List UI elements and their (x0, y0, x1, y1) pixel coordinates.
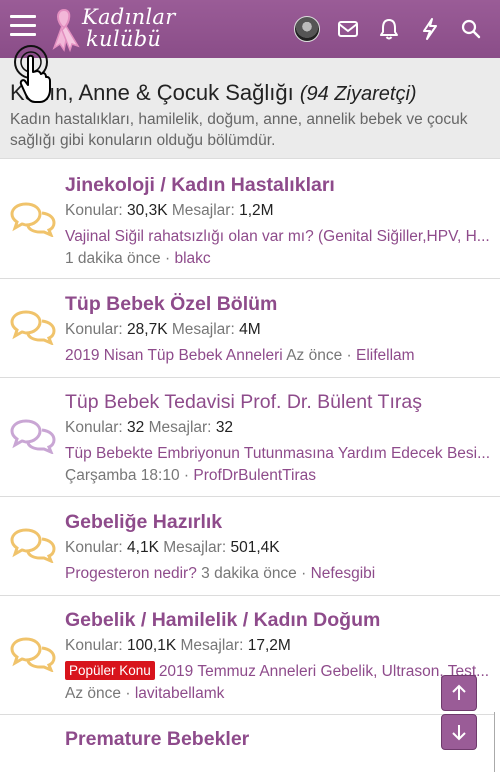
hamburger-menu-icon[interactable] (10, 15, 36, 37)
logo-text-line2: kulübü (86, 27, 162, 51)
site-logo[interactable]: Kadınlar kulübü (50, 4, 175, 53)
forum-node: Premature Bebekler (0, 714, 500, 772)
forum-node: Tüp Bebek Özel Bölüm Konular: 28,7K Mesa… (0, 278, 500, 377)
latest-user-link[interactable]: lavitabellamk (135, 685, 225, 702)
message-count: 17,2M (247, 637, 291, 654)
message-count: 1,2M (239, 202, 274, 219)
scroll-up-button[interactable] (441, 675, 477, 711)
forum-node-list: Jinekoloji / Kadın Hastalıkları Konular:… (0, 158, 500, 772)
page-title: Kadın, Anne & Çocuk Sağlığı (94 Ziyaretç… (10, 80, 417, 106)
forum-node: Tüp Bebek Tedavisi Prof. Dr. Bülent Tıra… (0, 377, 500, 496)
latest-thread-link[interactable]: 2019 Temmuz Anneleri Gebelik, Ultrason, … (159, 663, 489, 680)
message-count: 4M (239, 321, 261, 338)
chat-bubbles-read-icon (10, 528, 56, 563)
thread-count: 100,1K (127, 637, 177, 654)
top-navbar: Kadınlar kulübü (0, 0, 500, 58)
node-stats: Konular: 4,1K Mesajlar: 501,4K (65, 539, 280, 556)
thread-count: 32 (127, 419, 145, 436)
latest-time: Az önce (286, 347, 343, 364)
latest-thread-link[interactable]: Vajinal Siğil rahatsızlığı olan var mı? … (65, 228, 492, 246)
latest-thread-link[interactable]: Tüp Bebekte Embriyonun Tutunmasına Yardı… (65, 445, 492, 463)
popular-thread-badge: Popüler Konu (65, 661, 155, 680)
latest-thread-row: Popüler Konu 2019 Temmuz Anneleri Gebelik… (65, 661, 492, 681)
latest-meta: Az önce · lavitabellamk (65, 685, 225, 702)
node-title[interactable]: Jinekoloji / Kadın Hastalıkları (65, 174, 492, 197)
latest-meta: 1 dakika önce · blakc (65, 250, 211, 267)
scroll-down-button[interactable] (441, 714, 477, 750)
node-stats: Konular: 100,1K Mesajlar: 17,2M (65, 637, 291, 654)
message-count: 32 (215, 419, 234, 436)
forum-node: Gebeliğe Hazırlık Konular: 4,1K Mesajlar… (0, 496, 500, 595)
node-stats: Konular: 30,3K Mesajlar: 1,2M (65, 202, 274, 219)
forum-node: Gebelik / Hamilelik / Kadın Doğum Konula… (0, 595, 500, 714)
latest-user-link[interactable]: Elifellam (356, 347, 415, 364)
node-stats: Konular: 28,7K Mesajlar: 4M (65, 321, 261, 338)
node-title[interactable]: Gebeliğe Hazırlık (65, 511, 492, 534)
chat-bubbles-unread-icon (10, 419, 56, 454)
search-icon[interactable] (459, 17, 483, 41)
node-title[interactable]: Tüp Bebek Tedavisi Prof. Dr. Bülent Tıra… (65, 391, 492, 414)
latest-user-link[interactable]: blakc (174, 250, 210, 267)
page-description: Kadın hastalıkları, hamilelik, doğum, an… (10, 111, 468, 149)
arrow-up-icon (452, 684, 466, 700)
latest-user-link[interactable]: Nefesgibi (311, 565, 376, 582)
latest-thread-link[interactable]: 2019 Nisan Tüp Bebek Anneleri (65, 347, 283, 364)
bell-icon[interactable] (377, 17, 401, 41)
latest-time: 1 dakika önce (65, 250, 161, 267)
hand-pointer-cursor-icon (14, 45, 51, 103)
latest-thread-row: Progesteron nedir? 3 dakika önce · Nefes… (65, 565, 376, 582)
latest-meta: Çarşamba 18:10 · ProfDrBulentTiras (65, 467, 316, 484)
visitor-count: (94 Ziyaretçi) (299, 83, 417, 105)
page-header: Kadın, Anne & Çocuk Sağlığı (94 Ziyaretç… (0, 58, 500, 158)
latest-thread-row: 2019 Nisan Tüp Bebek Anneleri Az önce · … (65, 347, 415, 364)
message-count: 501,4K (230, 539, 280, 556)
node-stats: Konular: 32 Mesajlar: 32 (65, 419, 234, 436)
envelope-icon[interactable] (336, 17, 360, 41)
latest-user-link[interactable]: ProfDrBulentTiras (193, 467, 316, 484)
arrow-down-icon (452, 725, 466, 741)
user-avatar[interactable] (294, 16, 320, 42)
thread-count: 28,7K (127, 321, 168, 338)
forum-node: Jinekoloji / Kadın Hastalıkları Konular:… (0, 158, 500, 278)
bolt-icon[interactable] (418, 17, 442, 41)
node-title[interactable]: Gebelik / Hamilelik / Kadın Doğum (65, 609, 492, 632)
chat-bubbles-read-icon (10, 637, 56, 672)
latest-thread-link[interactable]: Progesteron nedir? (65, 565, 197, 582)
chat-bubbles-read-icon (10, 202, 56, 237)
latest-time: Çarşamba 18:10 (65, 467, 180, 484)
latest-time: 3 dakika önce (201, 565, 297, 582)
latest-time: Az önce (65, 685, 122, 702)
side-panel-edge (494, 712, 500, 772)
node-title[interactable]: Tüp Bebek Özel Bölüm (65, 293, 492, 316)
chat-bubbles-read-icon (10, 310, 56, 345)
thread-count: 4,1K (127, 539, 159, 556)
logo-text-line1: Kadınlar (82, 5, 176, 29)
node-title[interactable]: Premature Bebekler (65, 728, 492, 751)
thread-count: 30,3K (127, 202, 168, 219)
